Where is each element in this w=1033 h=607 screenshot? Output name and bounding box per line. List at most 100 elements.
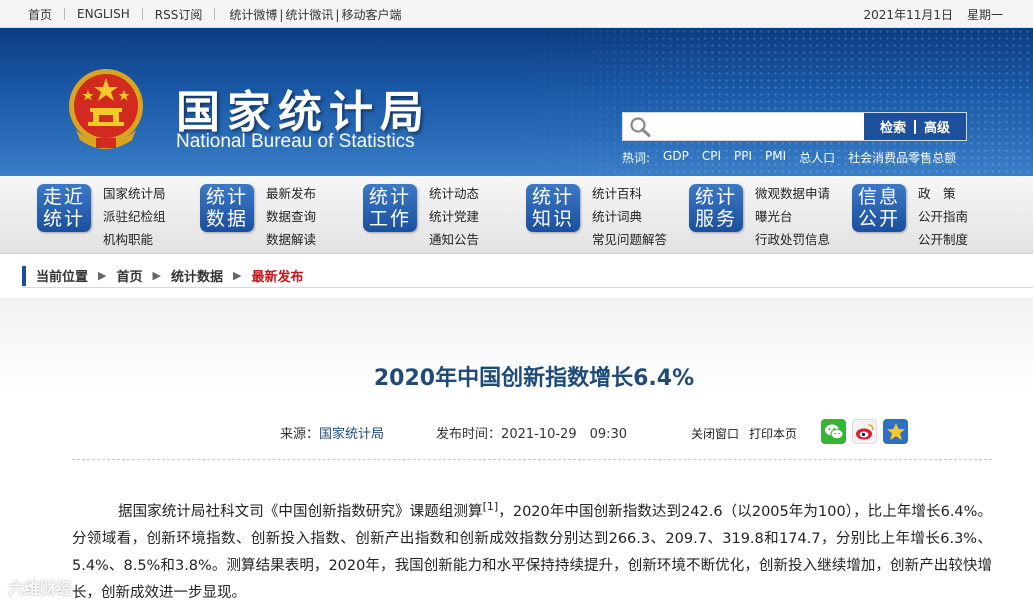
top-link-rss[interactable]: RSS订阅: [143, 6, 215, 23]
nav-link[interactable]: 最新发布: [266, 182, 316, 205]
top-date: 2021年11月1日 星期一: [864, 0, 1003, 28]
top-link-english[interactable]: ENGLISH: [65, 7, 142, 21]
nav-tile-line: 统计: [205, 186, 248, 208]
main-nav: 走近 统计 国家统计局 派驻纪检组 机构职能 统计 数据 最新发布 数据查询 数据解…: [0, 176, 1033, 254]
nav-link[interactable]: 数据解读: [266, 228, 316, 251]
star-glyph: [886, 423, 905, 440]
nav-link[interactable]: 国家统计局: [103, 182, 166, 205]
nav-tile-line: 统计: [694, 186, 737, 208]
nav-link[interactable]: 公开制度: [918, 228, 968, 251]
nav-link[interactable]: 派驻纪检组: [103, 205, 166, 228]
nav-tile-line: 统计: [368, 186, 411, 208]
hot-word[interactable]: PMI: [765, 149, 786, 166]
search-bar: 检索 高级: [622, 112, 967, 141]
close-window-button[interactable]: 关闭窗口: [690, 424, 740, 443]
nav-tile-line: 走近: [42, 186, 85, 208]
nav-tile-work[interactable]: 统计 工作: [363, 184, 417, 232]
top-links: 首页 ENGLISH RSS订阅 统计微博 | 统计微讯 | 移动客户端: [16, 0, 415, 28]
nav-link[interactable]: 常见问题解答: [592, 228, 667, 251]
article-title: 2020年中国创新指数增长6.4%: [373, 366, 695, 391]
footnote-ref[interactable]: [1]: [483, 500, 499, 513]
article-divider: [72, 459, 992, 460]
share-buttons: [821, 419, 908, 444]
nav-link[interactable]: 行政处罚信息: [755, 228, 830, 251]
nav-tile-service[interactable]: 统计 服务: [689, 184, 743, 232]
nav-link[interactable]: 曝光台: [755, 205, 830, 228]
breadcrumb-arrow-icon: ▶: [232, 269, 242, 282]
nav-group-data: 统计 数据 最新发布 数据查询 数据解读: [200, 182, 316, 248]
source-value: 国家统计局: [319, 427, 385, 442]
breadcrumb-marker: [22, 265, 26, 286]
weibo-glyph: [855, 423, 874, 439]
nav-tile-knowledge[interactable]: 统计 知识: [526, 184, 580, 232]
nav-link[interactable]: 公开指南: [918, 205, 968, 228]
nav-links: 国家统计局 派驻纪检组 机构职能: [103, 182, 166, 251]
hot-word[interactable]: 总人口: [799, 149, 835, 166]
hot-word[interactable]: GDP: [663, 149, 689, 166]
nav-link[interactable]: 数据查询: [266, 205, 316, 228]
nav-tile-line: 数据: [205, 208, 248, 230]
advanced-search-button[interactable]: 高级: [916, 117, 958, 136]
nav-tile-data[interactable]: 统计 数据: [200, 184, 254, 232]
search-button[interactable]: 检索: [872, 117, 914, 136]
article-paragraph: 据国家统计局社科文司《中国创新指数研究》课题组测算[1]，2020年中国创新指数…: [72, 493, 992, 607]
favorite-star-icon[interactable]: [883, 419, 908, 444]
hot-words: 热词: GDP CPI PPI PMI 总人口 社会消费品零售总额: [622, 149, 956, 166]
nav-tile-about[interactable]: 走近 统计: [37, 184, 91, 232]
nav-link[interactable]: 政 策: [918, 182, 968, 205]
breadcrumb-home[interactable]: 首页: [116, 266, 142, 285]
nav-tile-line: 信息: [857, 186, 900, 208]
site-subtitle: National Bureau of Statistics: [176, 131, 415, 152]
breadcrumb: 当前位置 ▶ 首页 ▶ 统计数据 ▶ 最新发布: [22, 264, 1033, 288]
nav-link[interactable]: 统计动态: [429, 182, 479, 205]
nav-tile-line: 知识: [531, 208, 574, 230]
nav-links: 微观数据申请 曝光台 行政处罚信息: [755, 182, 830, 251]
breadcrumb-data[interactable]: 统计数据: [171, 266, 223, 285]
article-tools: 关闭窗口 打印本页: [690, 424, 798, 443]
hot-word[interactable]: 社会消费品零售总额: [848, 149, 956, 166]
nav-group-about: 走近 统计 国家统计局 派驻纪检组 机构职能: [37, 182, 166, 248]
top-link-home[interactable]: 首页: [16, 6, 64, 23]
hot-words-label: 热词:: [622, 151, 651, 165]
article-meta: 来源： 国家统计局 发布时间： 2021-10-29 09:30: [280, 423, 627, 442]
nav-link[interactable]: 微观数据申请: [755, 182, 830, 205]
publish-time-label: 发布时间：: [436, 427, 502, 442]
search-input[interactable]: [657, 115, 881, 138]
nav-link[interactable]: 通知公告: [429, 228, 479, 251]
breadcrumb-arrow-icon: ▶: [152, 269, 161, 282]
top-link-weibo[interactable]: 统计微博: [227, 8, 279, 22]
hot-word[interactable]: CPI: [702, 149, 721, 166]
paragraph-text: 据国家统计局社科文司《中国创新指数研究》课题组测算: [118, 503, 483, 520]
wechat-share-icon[interactable]: [821, 419, 846, 444]
nav-links: 统计百科 统计词典 常见问题解答: [592, 182, 667, 251]
print-page-button[interactable]: 打印本页: [748, 424, 798, 443]
nav-link[interactable]: 统计词典: [592, 205, 667, 228]
search-buttons: 检索 高级: [864, 113, 966, 140]
top-link-wechat[interactable]: 统计微讯: [283, 8, 335, 22]
weibo-share-icon[interactable]: [852, 419, 877, 444]
nav-tile-line: 统计: [531, 186, 574, 208]
header-banner: 国家统计局 National Bureau of Statistics 检索 高…: [0, 28, 1033, 176]
nav-group-service: 统计 服务 微观数据申请 曝光台 行政处罚信息: [689, 182, 830, 248]
breadcrumb-label: 当前位置: [36, 270, 89, 285]
top-link-mobile[interactable]: 移动客户端: [339, 8, 403, 22]
nav-group-work: 统计 工作 统计动态 统计党建 通知公告: [363, 182, 479, 248]
nav-link[interactable]: 机构职能: [103, 228, 166, 251]
top-bar: 首页 ENGLISH RSS订阅 统计微博 | 统计微讯 | 移动客户端 2021年11…: [0, 0, 1033, 28]
nav-tile-line: 统计: [42, 208, 85, 230]
nav-link[interactable]: 统计百科: [592, 182, 667, 205]
search-icon: [630, 117, 651, 137]
nav-group-knowledge: 统计 知识 统计百科 统计词典 常见问题解答: [526, 182, 667, 248]
publish-time: 2021-10-29 09:30: [501, 427, 628, 442]
current-date: 2021年11月1日: [863, 7, 953, 22]
hot-word[interactable]: PPI: [734, 149, 752, 166]
nav-link[interactable]: 统计党建: [429, 205, 479, 228]
nav-tile-line: 工作: [368, 208, 411, 230]
nav-tile-line: 公开: [857, 208, 900, 230]
breadcrumb-current[interactable]: 最新发布: [251, 266, 303, 285]
source-label: 来源：: [280, 427, 320, 442]
national-emblem-icon[interactable]: [66, 66, 146, 150]
nav-tile-disclosure[interactable]: 信息 公开: [852, 184, 906, 232]
watermark: 六维财经: [8, 579, 73, 598]
nav-links: 政 策 公开指南 公开制度: [918, 182, 968, 251]
